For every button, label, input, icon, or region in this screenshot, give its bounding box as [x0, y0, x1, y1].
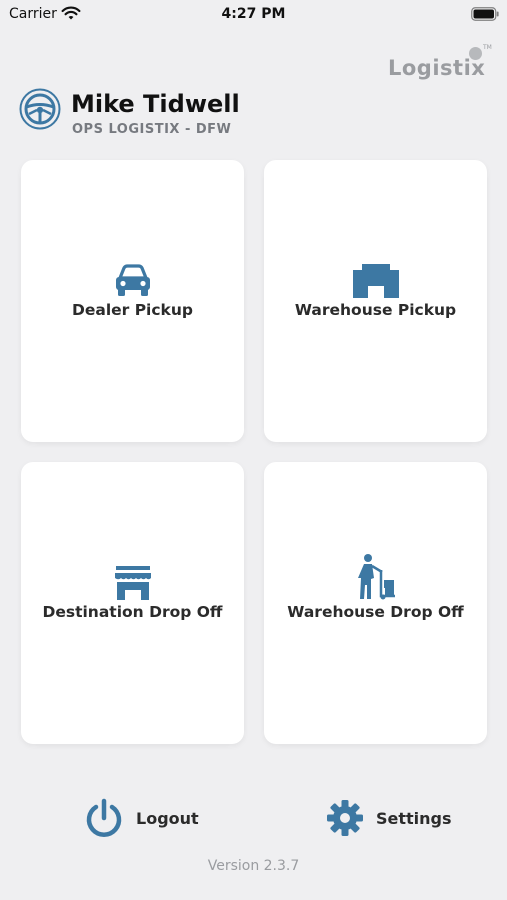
- settings-button[interactable]: Settings: [326, 796, 452, 840]
- storefront-icon: [114, 566, 151, 600]
- warehouse-pickup-tile[interactable]: Warehouse Pickup: [264, 160, 487, 442]
- car-icon: [115, 264, 150, 296]
- power-icon: [86, 798, 122, 837]
- logout-button[interactable]: Logout: [84, 796, 199, 840]
- warehouse-pickup-label: Warehouse Pickup: [294, 301, 457, 319]
- brand-logo: Logistix TM: [388, 44, 492, 84]
- hand-truck-icon: [357, 554, 395, 600]
- logout-label: Logout: [136, 808, 199, 828]
- destination-drop-off-tile[interactable]: Destination Drop Off: [21, 462, 244, 744]
- brand-trademark: TM: [483, 44, 492, 51]
- battery-icon: [471, 7, 499, 21]
- brand-dot-icon: [469, 47, 482, 60]
- status-bar: Carrier 4:27 PM: [0, 0, 507, 30]
- warehouse-drop-off-tile[interactable]: Warehouse Drop Off: [264, 462, 487, 744]
- settings-label: Settings: [376, 808, 452, 828]
- gear-icon: [327, 800, 363, 836]
- status-time: 4:27 PM: [221, 6, 286, 22]
- user-company: OPS LOGISTIX - DFW: [72, 122, 232, 137]
- destination-drop-off-label: Destination Drop Off: [42, 603, 223, 621]
- dealer-pickup-label: Dealer Pickup: [71, 301, 193, 319]
- steering-wheel-icon: [19, 88, 61, 130]
- dealer-pickup-tile[interactable]: Dealer Pickup: [21, 160, 244, 442]
- brand-name: Logistix: [388, 56, 486, 80]
- version-label: Version 2.3.7: [207, 858, 300, 874]
- warehouse-drop-off-label: Warehouse Drop Off: [287, 603, 464, 621]
- warehouse-icon: [352, 264, 399, 298]
- user-name: Mike Tidwell: [71, 90, 240, 118]
